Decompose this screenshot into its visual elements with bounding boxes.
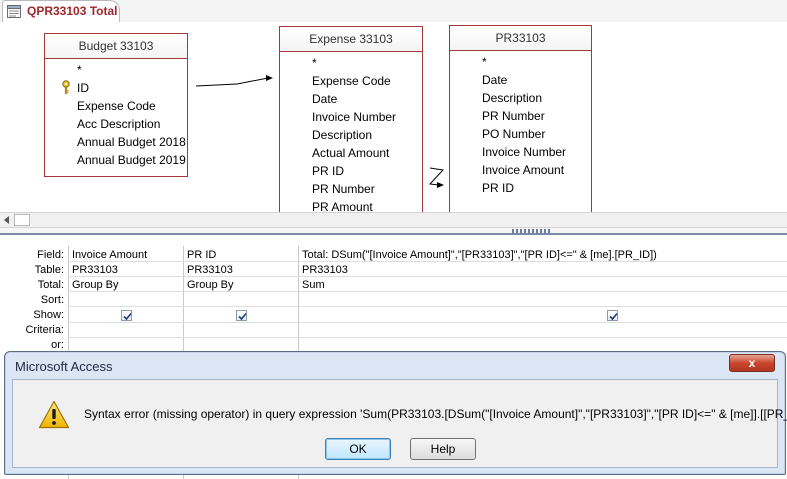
dialog-title: Microsoft Access [15,359,113,374]
splitter-grip-icon[interactable] [512,229,552,233]
grid-cell-table[interactable]: PR33103 [299,263,787,278]
help-button[interactable]: Help [410,438,476,460]
warning-icon [38,400,70,429]
document-tab-strip: QPR33103 Total [0,0,787,23]
pane-splitter[interactable] [0,228,787,235]
dialog-message: Syntax error (missing operator) in query… [84,407,787,421]
join-lines[interactable] [0,22,787,212]
grid-cell-sort[interactable] [184,293,298,308]
show-checkbox[interactable] [607,310,618,321]
grid-cell-total[interactable]: Sum [299,278,787,293]
query-design-pane[interactable]: Budget 33103 * ID Expense Code Acc Descr… [0,22,787,216]
grid-cell-field[interactable]: Invoice Amount [69,248,183,263]
query-icon [7,5,21,18]
grid-cell-sort[interactable] [69,293,183,308]
row-label-table: Table: [34,264,64,276]
grid-divider [68,337,787,338]
dialog-close-button[interactable]: x [729,354,775,372]
grid-cell-table[interactable]: PR33103 [69,263,183,278]
query-tab[interactable]: QPR33103 Total [2,0,120,22]
grid-cell-field[interactable]: Total: DSum("[Invoice Amount]","[PR33103… [299,248,787,263]
row-label-field: Field: [37,249,64,261]
scroll-left-icon[interactable] [1,214,13,226]
row-label-show: Show: [33,309,64,321]
query-tab-label: QPR33103 Total [27,4,118,18]
row-label-criteria: Criteria: [25,324,64,336]
show-checkbox[interactable] [236,310,247,321]
grid-cell-total[interactable]: Group By [184,278,298,293]
show-checkbox[interactable] [121,310,132,321]
dialog-body: Syntax error (missing operator) in query… [12,379,787,468]
grid-divider [68,322,787,323]
grid-cell-sort[interactable] [299,293,787,308]
ok-button[interactable]: OK [325,438,391,460]
grid-cell-field[interactable]: PR ID [184,248,298,263]
grid-cell-total[interactable]: Group By [69,278,183,293]
error-dialog[interactable]: Microsoft Access x Syntax error (missing… [4,351,787,475]
row-label-sort: Sort: [40,294,64,306]
row-label-total: Total: [37,279,64,291]
scroll-thumb[interactable] [14,214,30,226]
grid-cell-table[interactable]: PR33103 [184,263,298,278]
design-horizontal-scrollbar[interactable] [0,212,787,228]
